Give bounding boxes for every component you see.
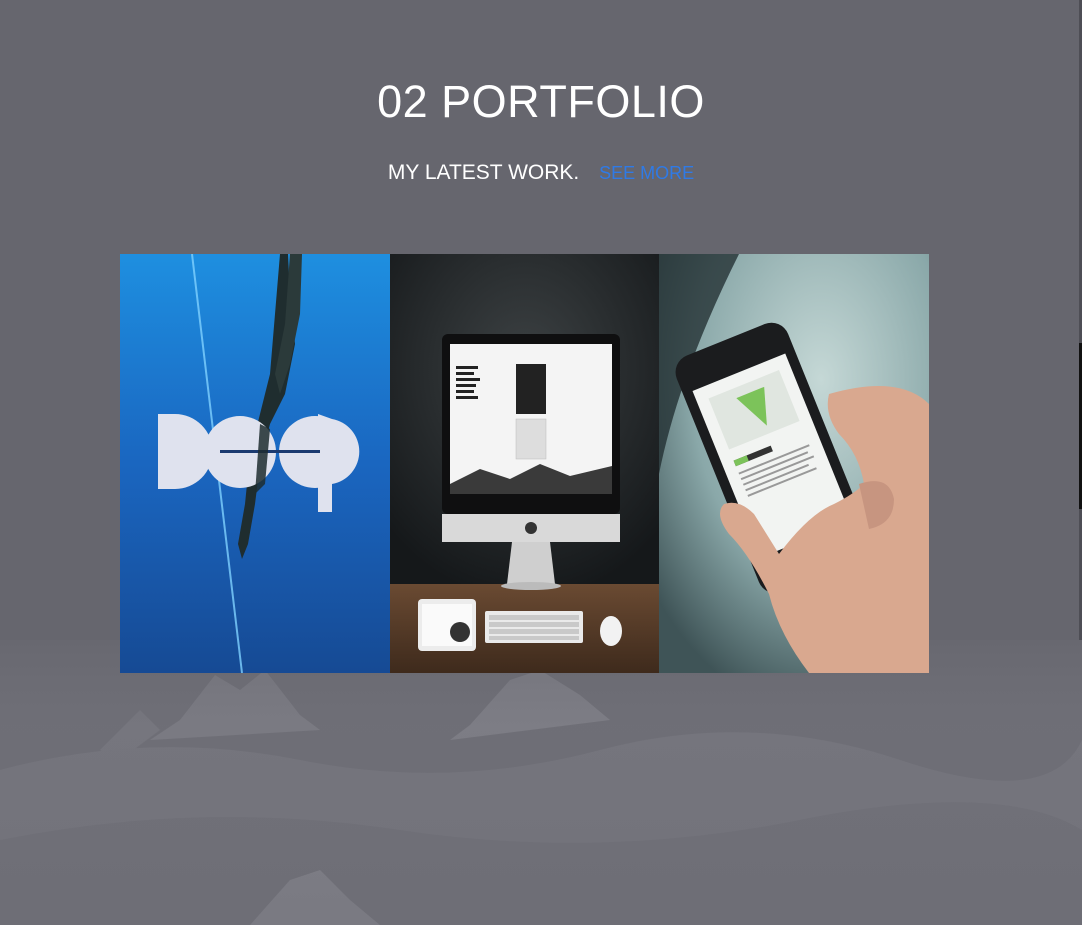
subtitle-row: MY LATEST WORK. SEE MORE [0,161,1082,185]
portfolio-header: 02 PORTFOLIO MY LATEST WORK. SEE MORE [0,76,1082,185]
deep-diver-image [120,254,390,673]
portfolio-item-phone[interactable] [659,254,929,673]
portfolio-item-deep[interactable] [120,254,390,673]
section-title: 02 PORTFOLIO [377,76,705,127]
imac-mockup-image [389,254,660,673]
portfolio-item-imac[interactable] [389,254,660,673]
portfolio-gallery [120,254,929,673]
section-subtitle: MY LATEST WORK. [387,161,580,184]
phone-in-hand-image [659,254,929,673]
see-more-link[interactable]: SEE MORE [599,163,694,183]
mountain-mist-background [0,640,1082,925]
